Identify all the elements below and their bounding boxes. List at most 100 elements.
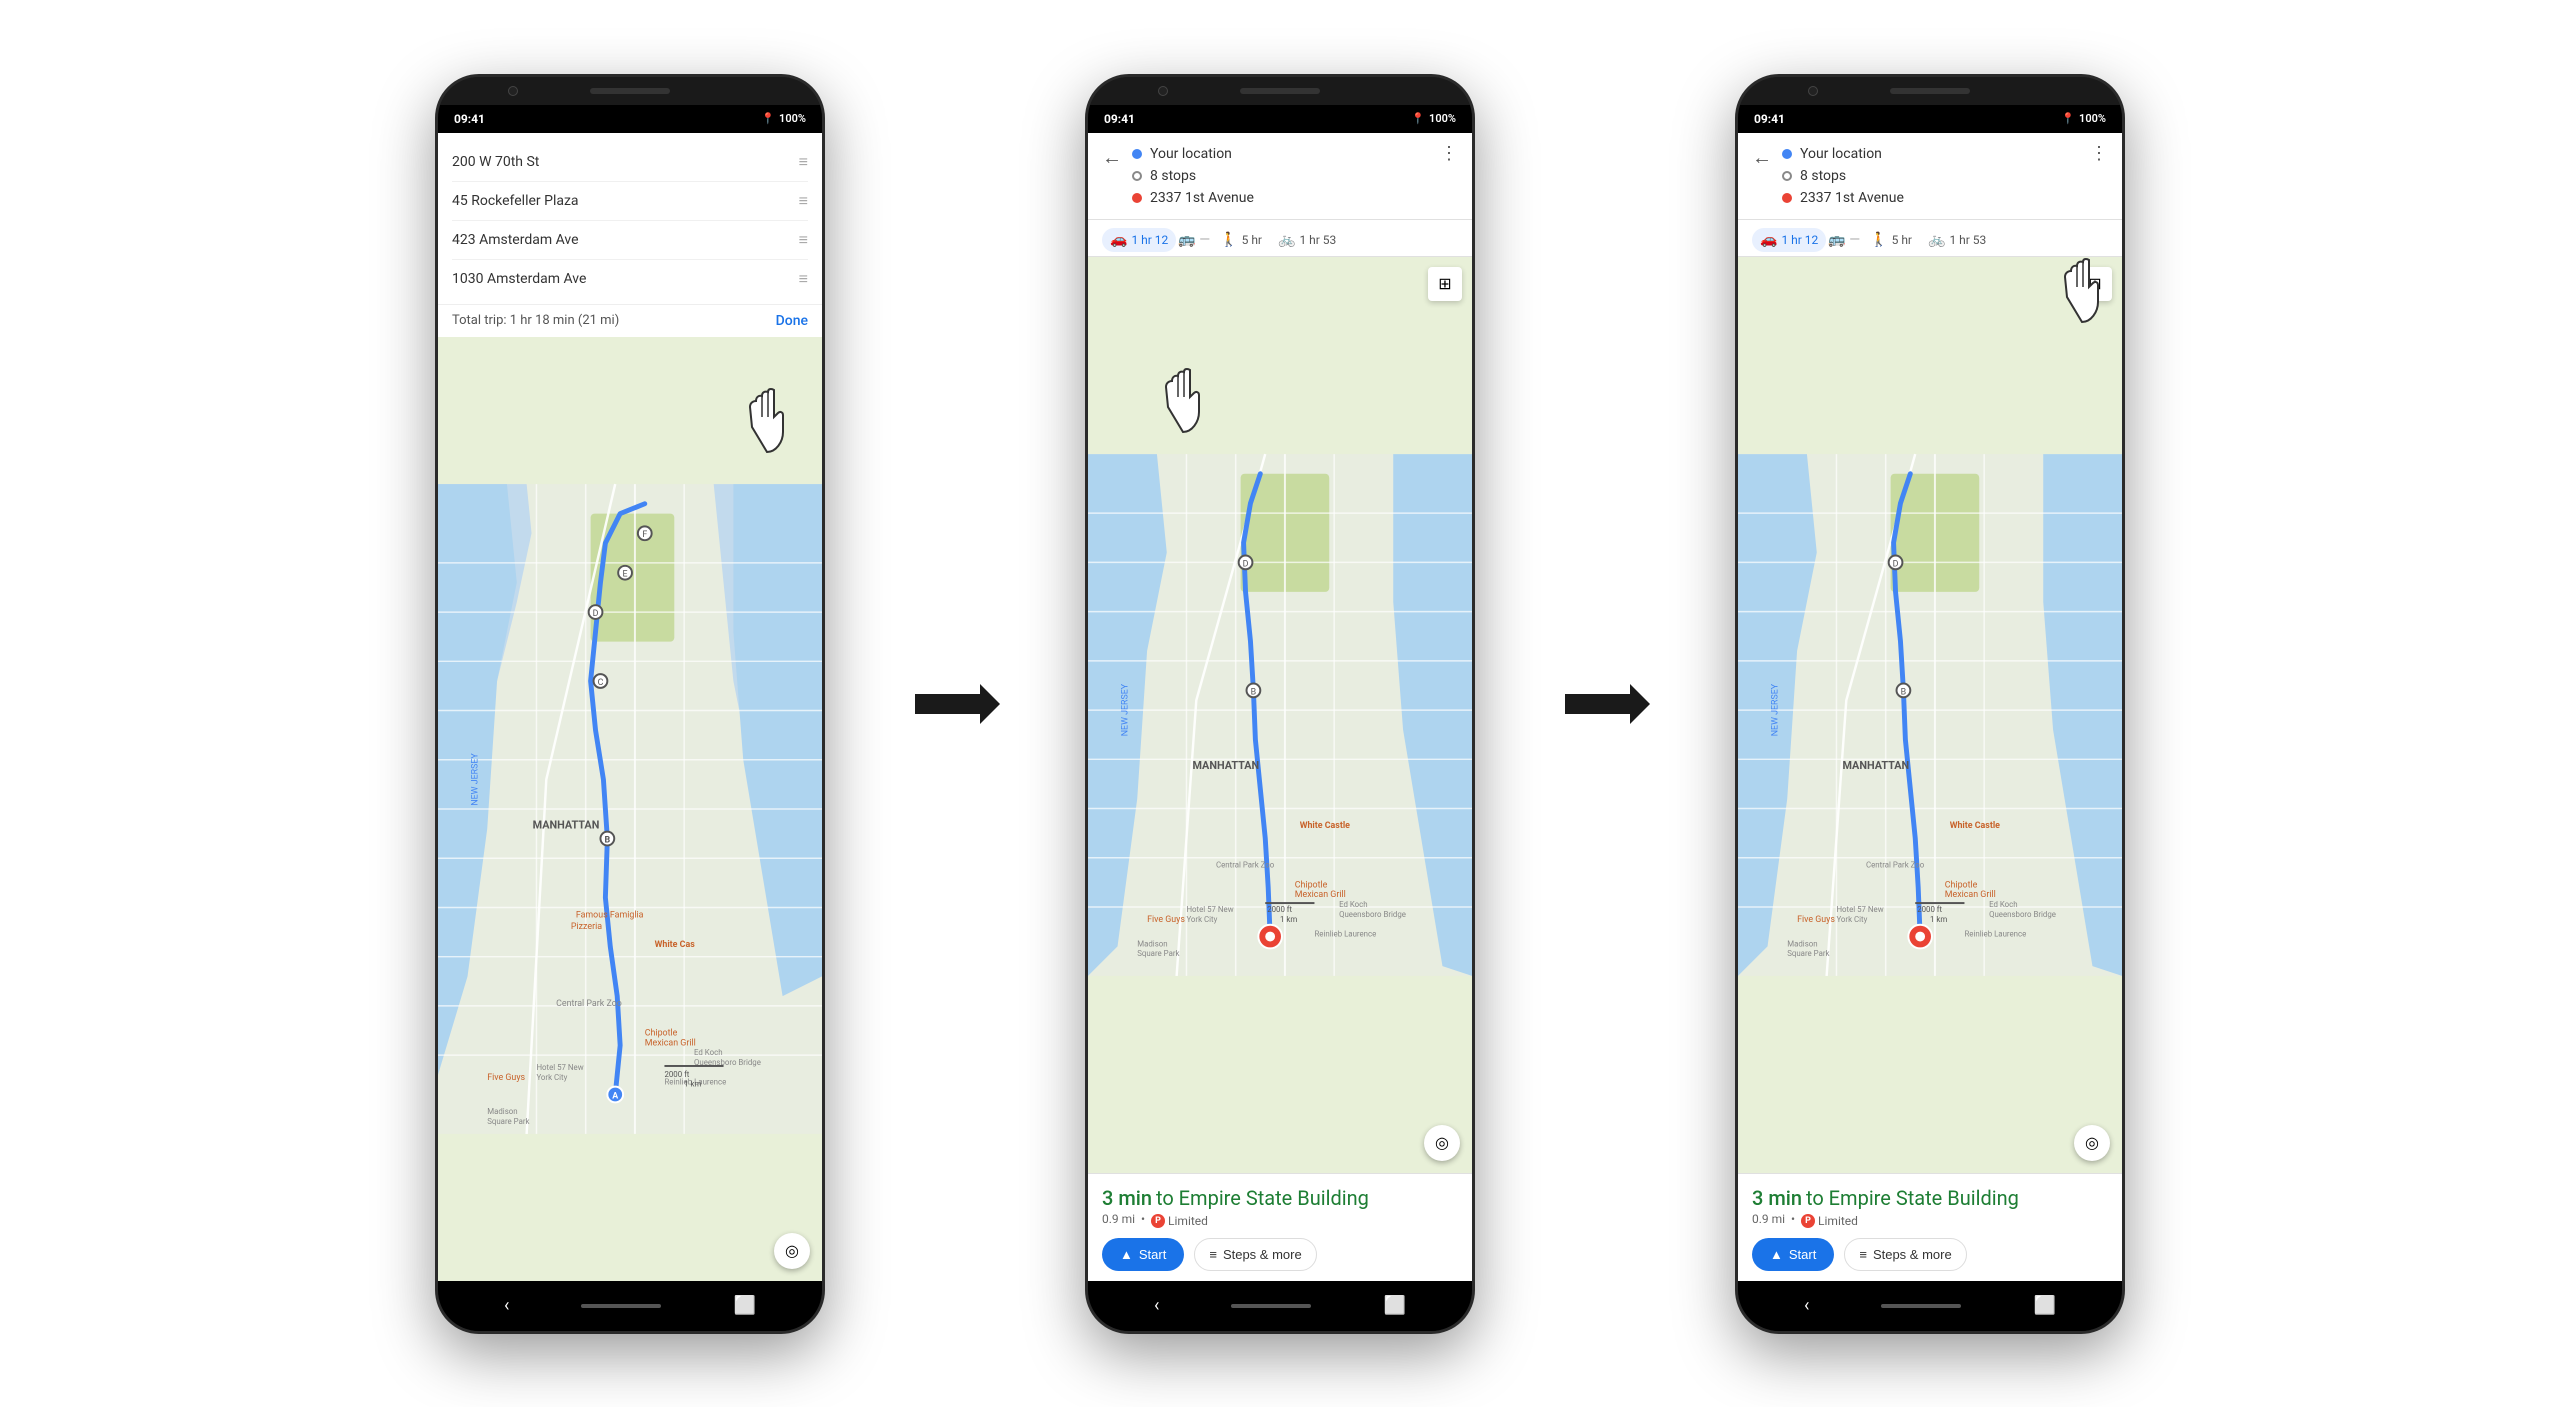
svg-text:Hotel 57 New: Hotel 57 New [1186, 904, 1233, 913]
nav-your-location-3: Your location [1782, 143, 2080, 165]
svg-text:Chipotle: Chipotle [645, 1028, 678, 1038]
arrow-2-container [1555, 679, 1655, 729]
svg-text:C: C [598, 677, 604, 687]
svg-text:Central Park Zoo: Central Park Zoo [1866, 860, 1925, 869]
stop-text-3: 423 Amsterdam Ave [452, 232, 789, 248]
status-bar-3: 09:41 📍 100% [1738, 105, 2122, 133]
recent-nav-btn-3[interactable]: ⬜ [2034, 1295, 2056, 1316]
walk-icon-3: 🚶 [1870, 232, 1887, 248]
back-nav-btn-2[interactable]: ‹ [1154, 1295, 1159, 1316]
speaker [590, 88, 670, 94]
blue-dot-3 [1782, 149, 1792, 159]
stops-count-label: 8 stops [1150, 168, 1196, 184]
svg-text:Reinlieb Laurence: Reinlieb Laurence [1964, 929, 2026, 938]
car-option-2[interactable]: 🚗 1 hr 12 [1102, 228, 1176, 252]
parking-label-3: Limited [1818, 1214, 1858, 1228]
svg-text:D: D [593, 609, 599, 619]
parking-badge-2: P Limited [1151, 1214, 1208, 1228]
nav-stops-2: Your location 8 stops 2337 1st Avenue [1132, 143, 1430, 209]
status-icons-3: 📍 100% [2061, 112, 2106, 125]
svg-text:Madison: Madison [1787, 939, 1817, 948]
svg-text:E: E [623, 569, 628, 579]
phone-2-top [1088, 77, 1472, 105]
done-button[interactable]: Done [776, 313, 808, 329]
layers-button-3[interactable]: ⊞ [2078, 267, 2112, 301]
home-indicator-1[interactable] [581, 1304, 661, 1308]
bike-option-3[interactable]: 🚲 1 hr 53 [1920, 228, 1994, 252]
total-trip-text: Total trip: 1 hr 18 min (21 mi) [452, 313, 619, 328]
walk-option-2[interactable]: 🚶 5 hr [1212, 228, 1270, 252]
back-button-2[interactable]: ← [1102, 145, 1122, 170]
walk-icon-2: 🚶 [1220, 232, 1237, 248]
stop-row-2: 45 Rockefeller Plaza ≡ [452, 182, 808, 221]
location-button-1[interactable]: ◎ [774, 1233, 810, 1269]
svg-text:1 km: 1 km [684, 1079, 701, 1088]
nav-stops-3: Your location 8 stops 2337 1st Avenue [1782, 143, 2080, 209]
destination-label: 2337 1st Avenue [1150, 190, 1254, 206]
svg-text:B: B [605, 835, 611, 845]
back-nav-btn[interactable]: ‹ [504, 1295, 509, 1316]
dest-time-2: 3 min [1102, 1186, 1152, 1210]
start-button-2[interactable]: ▲ Start [1102, 1238, 1184, 1271]
phone-3-content: ← Your location 8 stops 2337 1st Avenue [1738, 133, 2122, 1281]
recent-nav-btn[interactable]: ⬜ [734, 1295, 756, 1316]
svg-text:Square Park: Square Park [487, 1117, 529, 1126]
drag-handle-4[interactable]: ≡ [799, 269, 808, 289]
svg-text:Ed Koch: Ed Koch [694, 1048, 723, 1057]
svg-text:A: A [1917, 933, 1923, 943]
bike-time-3: 1 hr 53 [1949, 233, 1986, 247]
walk-time-3: 5 hr [1892, 233, 1912, 247]
recent-nav-btn-2[interactable]: ⬜ [1384, 1295, 1406, 1316]
svg-text:York City: York City [1186, 914, 1217, 923]
phone-3-bottom: ‹ ⬜ [1738, 1281, 2122, 1331]
camera-dot-3 [1808, 86, 1818, 96]
steps-icon-2: ≡ [1209, 1247, 1217, 1262]
svg-text:Chipotle: Chipotle [1295, 880, 1328, 890]
layers-button-2[interactable]: ⊞ [1428, 267, 1462, 301]
stop-row-4: 1030 Amsterdam Ave ≡ [452, 260, 808, 298]
svg-text:A: A [612, 1091, 618, 1101]
nav-stops-count: 8 stops [1132, 165, 1430, 187]
more-options-2[interactable]: ⋮ [1440, 143, 1458, 164]
phone-1-top [438, 77, 822, 105]
map-area-2: B D A MANHATTAN NEW JERSEY White Castle … [1088, 257, 1472, 1173]
svg-text:B: B [1251, 687, 1257, 697]
start-button-3[interactable]: ▲ Start [1752, 1238, 1834, 1271]
more-options-3[interactable]: ⋮ [2090, 143, 2108, 164]
drag-handle-2[interactable]: ≡ [799, 191, 808, 211]
svg-text:White Castle: White Castle [1950, 821, 2000, 831]
red-dot-3 [1782, 193, 1792, 203]
time-3: 09:41 [1754, 112, 1785, 126]
parking-icon-3: P [1801, 1214, 1815, 1228]
home-indicator-2[interactable] [1231, 1304, 1311, 1308]
your-location-label-3: Your location [1800, 146, 1882, 162]
map-area-1: A B C D E F MANHATTAN NEW JERSEY White C… [438, 337, 822, 1281]
nav-destination: 2337 1st Avenue [1132, 187, 1430, 209]
back-button-3[interactable]: ← [1752, 145, 1772, 170]
location-button-3[interactable]: ◎ [2074, 1125, 2110, 1161]
steps-icon-3: ≡ [1859, 1247, 1867, 1262]
total-trip-bar: Total trip: 1 hr 18 min (21 mi) Done [438, 305, 822, 337]
car-option-3[interactable]: 🚗 1 hr 12 [1752, 228, 1826, 252]
nav-stops-count-3: 8 stops [1782, 165, 2080, 187]
bike-option-2[interactable]: 🚲 1 hr 53 [1270, 228, 1344, 252]
dist-3: 0.9 mi [1752, 1212, 1785, 1226]
transit-dash-2: 🚌 — [1178, 232, 1210, 248]
drag-handle-1[interactable]: ≡ [799, 152, 808, 172]
parking-badge-3: P Limited [1801, 1214, 1858, 1228]
drag-handle-3[interactable]: ≡ [799, 230, 808, 250]
svg-text:Ed Koch: Ed Koch [1339, 900, 1368, 909]
svg-text:Ed Koch: Ed Koch [1989, 900, 2018, 909]
steps-button-2[interactable]: ≡ Steps & more [1194, 1238, 1316, 1271]
svg-text:1 km: 1 km [1280, 914, 1297, 923]
parking-label-2: Limited [1168, 1214, 1208, 1228]
walk-option-3[interactable]: 🚶 5 hr [1862, 228, 1920, 252]
start-icon-3: ▲ [1770, 1247, 1783, 1262]
steps-button-3[interactable]: ≡ Steps & more [1844, 1238, 1966, 1271]
back-nav-btn-3[interactable]: ‹ [1804, 1295, 1809, 1316]
svg-text:B: B [1901, 687, 1907, 697]
svg-text:Hotel 57 New: Hotel 57 New [1836, 904, 1883, 913]
bike-icon-2: 🚲 [1278, 232, 1295, 248]
location-button-2[interactable]: ◎ [1424, 1125, 1460, 1161]
home-indicator-3[interactable] [1881, 1304, 1961, 1308]
